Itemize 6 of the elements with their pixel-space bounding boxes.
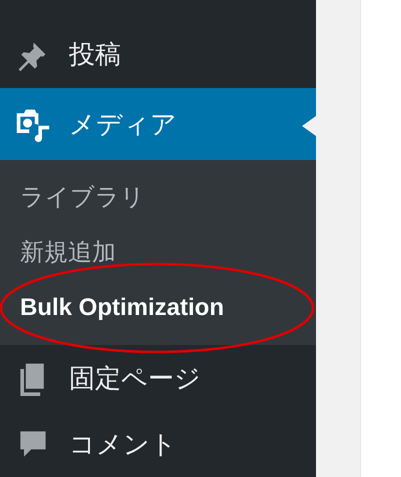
menu-item[interactable]: メディア	[0, 88, 316, 160]
menu-item[interactable]: 投稿	[0, 22, 316, 88]
submenu-item[interactable]: ライブラリ	[0, 170, 316, 226]
menu-item[interactable]: 固定ページ	[0, 345, 316, 412]
submenu-item[interactable]: 新規追加	[0, 225, 316, 280]
menu-item[interactable]: コメント	[0, 411, 316, 477]
